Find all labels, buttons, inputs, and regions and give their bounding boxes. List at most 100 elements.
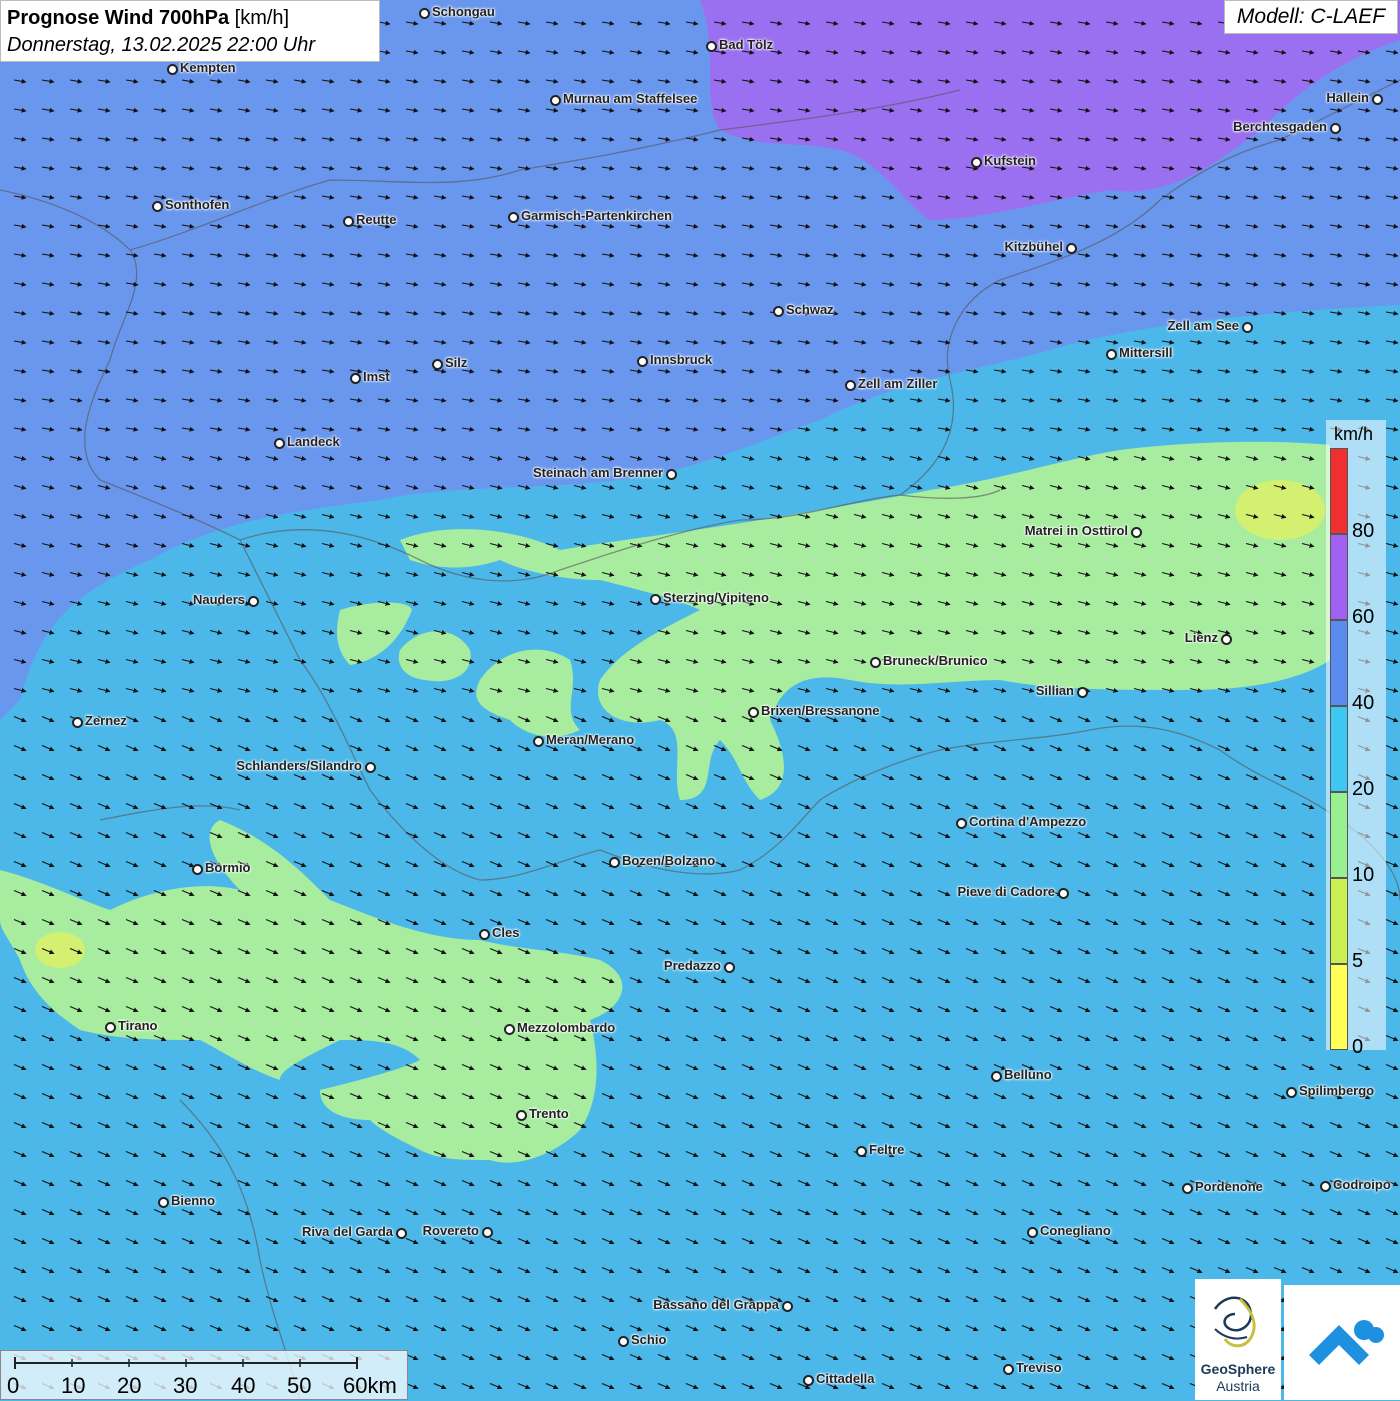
- city-marker-icon: [748, 707, 759, 718]
- city-label: Reutte: [356, 212, 397, 227]
- city-label: Kempten: [180, 60, 236, 75]
- city-label: Silz: [445, 355, 468, 370]
- city-marker-icon: [1372, 94, 1383, 105]
- city-label: Trento: [529, 1106, 569, 1121]
- city-marker-icon: [706, 41, 717, 52]
- city-label: Treviso: [1016, 1360, 1062, 1375]
- city-marker-icon: [479, 929, 490, 940]
- city-marker-icon: [396, 1228, 407, 1239]
- city-marker-icon: [158, 1197, 169, 1208]
- wind-zone-0-5-patch: [1235, 480, 1325, 540]
- city-marker-icon: [1242, 322, 1253, 333]
- city-marker-icon: [350, 373, 361, 384]
- city-marker-icon: [956, 818, 967, 829]
- city-label: Cortina d'Ampezzo: [969, 814, 1087, 829]
- legend-color-swatch: [1330, 706, 1348, 792]
- legend-tick-label: 60: [1352, 606, 1375, 628]
- city-marker-icon: [248, 596, 259, 607]
- city-label: Schio: [631, 1332, 667, 1347]
- city-label: Schwaz: [786, 302, 834, 317]
- scale-label: 60km: [343, 1373, 397, 1398]
- city-label: Schlanders/Silandro: [236, 758, 362, 773]
- scale-label: 30: [173, 1373, 198, 1398]
- city-marker-icon: [533, 736, 544, 747]
- city-marker-icon: [856, 1146, 867, 1157]
- weather-app-logo: [1284, 1285, 1400, 1400]
- scale-label: 0: [7, 1373, 20, 1398]
- city-label: Sillian: [1035, 683, 1074, 698]
- city-label: Zernez: [85, 713, 127, 728]
- city-label: Imst: [363, 369, 390, 384]
- city-label: Nauders: [192, 592, 245, 607]
- city-label: Mezzolombardo: [517, 1020, 616, 1035]
- city-label: Murnau am Staffelsee: [563, 91, 698, 106]
- city-label: Bozen/Bolzano: [622, 853, 716, 868]
- forecast-datetime: Donnerstag, 13.02.2025 22:00 Uhr: [7, 34, 315, 56]
- logo-text-austria: Austria: [1216, 1378, 1260, 1394]
- city-marker-icon: [666, 469, 677, 480]
- city-label: Garmisch-Partenkirchen: [521, 208, 673, 223]
- cloud-arrow-icon: [1309, 1320, 1384, 1365]
- city-label: Innsbruck: [650, 352, 713, 367]
- city-label: Steinach am Brenner: [532, 465, 663, 480]
- legend-color-swatch: [1330, 534, 1348, 620]
- city-label: Meran/Merano: [546, 732, 635, 747]
- city-marker-icon: [516, 1110, 527, 1121]
- city-label: Mittersill: [1119, 345, 1173, 360]
- city-marker-icon: [343, 216, 354, 227]
- city-marker-icon: [1106, 349, 1117, 360]
- legend-color-swatch: [1330, 792, 1348, 878]
- city-marker-icon: [991, 1071, 1002, 1082]
- legend-color-swatch: [1330, 878, 1348, 964]
- city-label: Hallein: [1326, 90, 1369, 105]
- city-marker-icon: [845, 380, 856, 391]
- city-marker-icon: [105, 1022, 116, 1033]
- model-label: Modell: C-LAEF: [1224, 0, 1398, 34]
- city-marker-icon: [72, 717, 83, 728]
- city-label: Bienno: [171, 1193, 216, 1208]
- city-label: Brixen/Bressanone: [761, 703, 880, 718]
- scale-label: 50: [287, 1373, 312, 1398]
- city-marker-icon: [432, 359, 443, 370]
- city-marker-icon: [1286, 1087, 1297, 1098]
- legend-color-swatch: [1330, 448, 1348, 534]
- legend-tick-label: 80: [1352, 520, 1375, 542]
- city-label: Landeck: [287, 434, 340, 449]
- city-marker-icon: [419, 8, 430, 19]
- city-label: Cles: [492, 925, 520, 940]
- legend-unit: km/h: [1334, 424, 1374, 444]
- city-label: Matrei in Osttirol: [1024, 523, 1128, 538]
- city-marker-icon: [609, 857, 620, 868]
- city-marker-icon: [1131, 527, 1142, 538]
- legend-color-swatch: [1330, 620, 1348, 706]
- city-label: Bad Tölz: [719, 37, 774, 52]
- city-marker-icon: [1027, 1227, 1038, 1238]
- city-marker-icon: [192, 864, 203, 875]
- city-marker-icon: [167, 64, 178, 75]
- city-marker-icon: [508, 212, 519, 223]
- title-unit: [km/h]: [229, 7, 290, 29]
- city-label: Pieve di Cadore: [957, 884, 1055, 899]
- city-label: Codroipo: [1333, 1177, 1391, 1192]
- scale-label: 10: [61, 1373, 86, 1398]
- legend-tick-label: 5: [1352, 950, 1364, 972]
- city-marker-icon: [971, 157, 982, 168]
- city-label: Riva del Garda: [301, 1224, 393, 1239]
- scale-bar: 0 10 20 30 40 50 60km: [0, 1350, 408, 1400]
- city-marker-icon: [550, 95, 561, 106]
- city-marker-icon: [773, 306, 784, 317]
- city-label: Conegliano: [1040, 1223, 1111, 1238]
- city-label: Bassano del Grappa: [653, 1297, 779, 1312]
- city-marker-icon: [1221, 634, 1232, 645]
- city-label: Cittadella: [816, 1371, 875, 1386]
- map-title: Prognose Wind 700hPa [km/h]: [7, 5, 373, 32]
- city-label: Feltre: [869, 1142, 905, 1157]
- title-main: Prognose Wind 700hPa: [7, 7, 230, 29]
- city-label: Berchtesgaden: [1233, 119, 1327, 134]
- city-marker-icon: [724, 962, 735, 973]
- geosphere-swirl-icon: [1213, 1296, 1256, 1348]
- city-label: Zell am Ziller: [858, 376, 938, 391]
- geosphere-austria-logo: GeoSphere Austria: [1195, 1279, 1281, 1400]
- city-label: Bruneck/Brunico: [883, 653, 988, 668]
- legend-tick-label: 10: [1352, 864, 1375, 886]
